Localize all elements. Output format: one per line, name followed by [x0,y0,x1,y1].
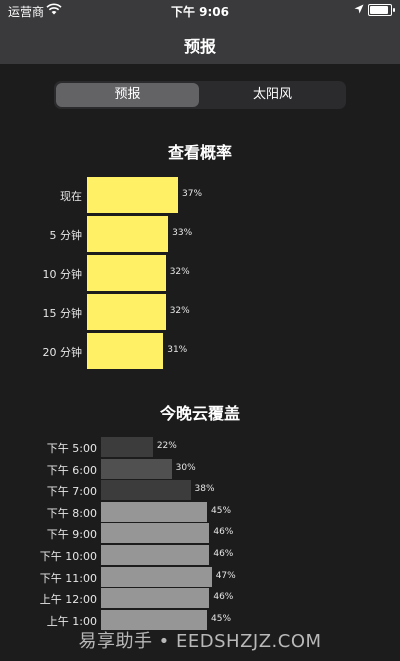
bar [101,566,212,587]
bar-value-label: 37% [182,189,203,199]
tab-solar-wind[interactable]: 太阳风 [201,83,344,107]
segmented-control: 预报 太阳风 [54,81,346,109]
bar [101,480,191,501]
bar-label: 15 分钟 [42,307,83,320]
bar [87,255,166,291]
bar-label: 5 分钟 [49,229,83,242]
bar-label: 10 分钟 [42,268,83,281]
battery-icon [368,4,395,16]
forecast-screen: 运营商 下午 9:06 预报 预报 太阳风 查看概率 现在 37% 5 分钟 33% 1… [0,0,400,661]
status-bar: 运营商 下午 9:06 [0,0,400,20]
bar [87,216,169,252]
bar-value-label: 46% [213,527,234,538]
probability-chart-title: 查看概率 [167,143,232,162]
bar-label: 上午 12:00 [39,593,97,607]
bar-value-label: 22% [156,441,177,451]
page-title: 预报 [183,37,216,56]
bar-value-label: 38% [194,484,215,495]
bar-value-label: 31% [167,345,188,355]
bar-label: 现在 [60,190,82,203]
bar [101,501,207,522]
bar-label: 下午 5:00 [46,442,97,455]
bar-label: 下午 7:00 [46,485,97,499]
location-arrow-icon [354,4,364,14]
bar [87,177,178,213]
bar [87,333,164,369]
bar [101,458,172,479]
bar-value-label: 45% [211,505,232,516]
bar [101,545,210,565]
bar-value-label: 32% [169,306,190,316]
status-time: 下午 9:06 [170,5,230,19]
navigation-bar: 运营商 下午 9:06 预报 [0,0,400,64]
battery-level [370,6,388,14]
bar-value-label: 46% [213,549,234,559]
bar-label: 下午 6:00 [46,463,97,477]
bar-value-label: 46% [213,592,234,603]
bar-label: 20 分钟 [42,346,83,359]
bar-value-label: 30% [175,462,196,473]
bar-label: 下午 10:00 [39,550,97,563]
bar-value-label: 32% [169,267,190,277]
bar-label: 下午 9:00 [46,528,97,542]
cloud-cover-chart-title: 今晚云覆盖 [159,404,240,423]
bar [101,523,210,544]
bar [101,437,153,457]
watermark: 易享助手 • EEDSHZJZ.COM [78,631,322,652]
bar-value-label: 45% [211,613,232,624]
bar-label: 下午 8:00 [46,506,97,520]
bar-label: 下午 11:00 [39,571,97,585]
bar-value-label: 47% [215,570,236,581]
tab-forecast[interactable]: 预报 [56,83,199,107]
bar-value-label: 33% [172,228,193,238]
bar [101,588,210,609]
bar [87,294,166,330]
